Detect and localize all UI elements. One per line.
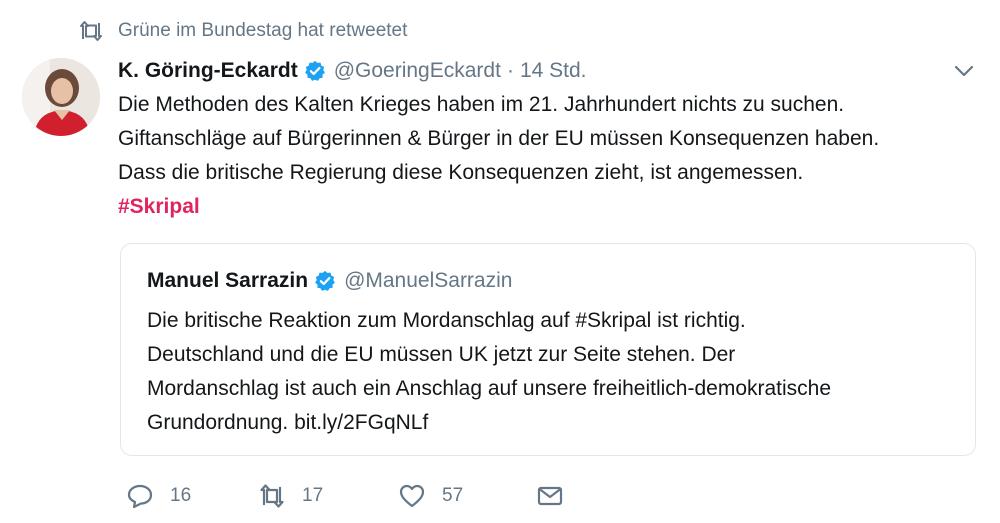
quoted-author-name: Manuel Sarrazin: [147, 269, 309, 292]
quoted-text-line: Grundordnung. bit.ly/2FGqNLf: [147, 411, 429, 434]
reply-count: 16: [170, 485, 192, 506]
quoted-text-line: Mordanschlag ist auch ein Anschlag auf u…: [147, 377, 832, 400]
tweet-header: K. Göring-Eckardt @GoeringEckardt · 14 S…: [118, 56, 587, 86]
retweet-count: 17: [302, 485, 324, 506]
direct-message-button[interactable]: [536, 482, 564, 510]
retweet-icon: [260, 484, 284, 508]
quoted-author-handle: @ManuelSarrazin: [344, 269, 513, 292]
retweet-icon: [80, 21, 102, 41]
avatar[interactable]: [22, 58, 100, 136]
verified-badge-icon: [304, 60, 325, 81]
avatar-image: [22, 58, 100, 136]
tweet-text-line: Dass die britische Regierung diese Konse…: [118, 161, 804, 184]
quoted-text-line: Deutschland und die EU müssen UK jetzt z…: [147, 343, 736, 366]
retweet-context-label[interactable]: Grüne im Bundestag hat retweetet: [118, 20, 407, 42]
quoted-tweet-header: Manuel Sarrazin @ManuelSarrazin: [147, 266, 512, 296]
envelope-icon: [537, 486, 563, 506]
author-handle[interactable]: @GoeringEckardt: [334, 59, 501, 83]
retweet-button[interactable]: 17: [258, 482, 398, 510]
tweet-timestamp[interactable]: 14 Std.: [520, 59, 587, 83]
quoted-text-line: Die britische Reaktion zum Mordanschlag …: [147, 309, 746, 332]
tweet-text-line: Die Methoden des Kalten Krieges haben im…: [118, 93, 845, 116]
hashtag-link[interactable]: #Skripal: [118, 190, 978, 224]
header-separator: ·: [506, 59, 514, 82]
tweet-text-line: Giftanschläge auf Bürgerinnen & Bürger i…: [118, 127, 880, 150]
author-name[interactable]: K. Göring-Eckardt: [118, 59, 298, 83]
heart-icon: [399, 484, 425, 508]
like-button[interactable]: 57: [398, 482, 536, 510]
retweet-context: Grüne im Bundestag hat retweetet: [78, 18, 407, 44]
quoted-tweet-card[interactable]: Manuel Sarrazin @ManuelSarrazin Die brit…: [120, 243, 976, 456]
reply-icon: [127, 484, 153, 509]
tweet-text: Die Methoden des Kalten Krieges haben im…: [118, 88, 978, 224]
quoted-tweet-text: Die britische Reaktion zum Mordanschlag …: [147, 304, 831, 440]
like-count: 57: [442, 485, 464, 506]
verified-badge-icon: [315, 270, 335, 291]
chevron-down-icon[interactable]: [952, 62, 976, 80]
tweet-actions: 16 17 57: [126, 480, 564, 512]
reply-button[interactable]: 16: [126, 482, 258, 510]
